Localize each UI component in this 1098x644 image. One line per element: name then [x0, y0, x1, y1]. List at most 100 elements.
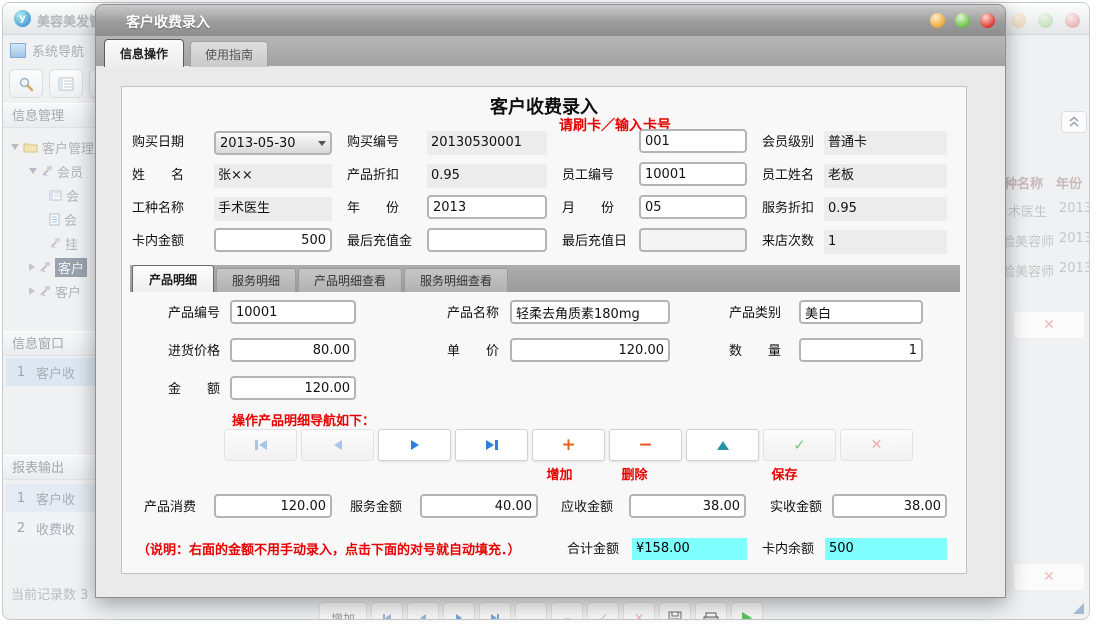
purchase-price-input[interactable] — [230, 338, 356, 362]
nav-tree: 客户管理 会员 会 会 挂 客户 — [3, 135, 98, 303]
tab-service-detail[interactable]: 服务明细 — [216, 268, 296, 292]
close-button[interactable] — [980, 13, 995, 28]
tool-icon — [39, 261, 51, 273]
tree-item-member-list[interactable]: 会 — [3, 183, 98, 207]
resize-grip[interactable] — [1073, 603, 1084, 614]
tree-item-member[interactable]: 会员 — [3, 159, 98, 183]
print-button[interactable] — [695, 602, 727, 620]
bg-cancel-button-2[interactable]: ✕ — [1013, 563, 1085, 591]
collapse-panel-button[interactable] — [1061, 111, 1087, 133]
tree-item-customer-selected[interactable]: 客户 — [3, 255, 98, 279]
billing-form-panel: 客户收费录入 请刷卡／输入卡号 购买日期 2013-05-30 购买编号 201… — [121, 86, 967, 574]
product-name-input[interactable] — [510, 300, 670, 324]
confirm-button[interactable]: ✓ — [587, 602, 619, 620]
nav-save-button[interactable]: ✓ — [763, 429, 836, 461]
amount-input[interactable] — [230, 376, 356, 400]
bg-cancel-button[interactable]: ✕ — [1013, 311, 1085, 339]
nav-edit-button[interactable] — [686, 429, 759, 461]
receivable-input[interactable] — [629, 494, 746, 518]
employee-id-label: 员工编号 — [562, 164, 638, 188]
run-button[interactable] — [731, 602, 763, 620]
nav-delete-button[interactable]: − — [609, 429, 682, 461]
product-total-input[interactable] — [214, 494, 332, 518]
add-caption: 增加 — [524, 464, 595, 483]
edit-record-button[interactable] — [515, 602, 547, 620]
expander-right-icon[interactable] — [29, 287, 35, 295]
next-icon — [411, 440, 419, 450]
tab-info-operation[interactable]: 信息操作 — [104, 39, 184, 67]
nav-cancel-button[interactable]: ✕ — [840, 429, 913, 461]
auto-fill-note: （说明：右面的金额不用手动录入，点击下面的对号就自动填充．） — [137, 539, 521, 558]
nav-last-button[interactable] — [455, 429, 528, 461]
close-button[interactable] — [1065, 13, 1080, 28]
section-info-window[interactable]: 信息窗口 — [3, 331, 98, 356]
expander-down-icon[interactable] — [29, 168, 37, 174]
tab-product-detail-view[interactable]: 产品明细查看 — [298, 268, 402, 292]
product-name-label: 产品名称 — [447, 302, 507, 326]
service-total-input[interactable] — [420, 494, 538, 518]
nav-add-button[interactable]: + — [532, 429, 605, 461]
system-nav-label: 系统导航 — [32, 41, 84, 60]
product-category-input[interactable] — [799, 300, 923, 324]
expander-right-icon[interactable] — [29, 263, 35, 271]
section-info-management[interactable]: 信息管理 — [3, 103, 98, 128]
last-recharge-date-input[interactable] — [639, 228, 747, 252]
last-recharge-date-label: 最后充值日 — [562, 230, 638, 254]
nav-prev-button[interactable] — [301, 429, 374, 461]
year-input[interactable] — [427, 195, 547, 219]
bg-table-col-year: 年份 — [1056, 173, 1082, 192]
last-recharge-amount-input[interactable] — [427, 228, 547, 252]
visit-count-label: 来店次数 — [762, 230, 822, 254]
refresh-record-button[interactable]: ‒ — [551, 602, 583, 620]
received-label: 实收金额 — [770, 496, 828, 520]
maximize-button[interactable] — [1038, 13, 1053, 28]
minimize-button[interactable] — [930, 13, 945, 28]
unit-price-input[interactable] — [510, 338, 670, 362]
tree-item-member-tool[interactable]: 挂 — [3, 231, 98, 255]
tab-product-detail[interactable]: 产品明细 — [132, 265, 214, 292]
dialog-titlebar[interactable] — [96, 5, 1005, 37]
purchase-date-combo[interactable]: 2013-05-30 — [214, 131, 332, 155]
nav-next-button[interactable] — [378, 429, 451, 461]
card-number-input[interactable] — [639, 129, 747, 153]
expander-down-icon[interactable] — [11, 144, 19, 150]
add-record-button[interactable]: 增加 — [319, 602, 367, 620]
minimize-button[interactable] — [1011, 13, 1026, 28]
tab-user-guide[interactable]: 使用指南 — [190, 41, 268, 67]
save-file-button[interactable] — [659, 602, 691, 620]
card-balance-label: 卡内金额 — [132, 230, 212, 254]
list-icon — [58, 77, 74, 91]
info-window-item-1[interactable]: 1 客户收 — [6, 358, 96, 386]
prev-record-button[interactable] — [407, 602, 439, 620]
tree-item-member-doc[interactable]: 会 — [3, 207, 98, 231]
report-item-1[interactable]: 1 客户收 — [6, 484, 96, 512]
remaining-balance-label: 卡内余额 — [762, 538, 822, 562]
nav-first-button[interactable] — [224, 429, 297, 461]
system-nav-button[interactable]: 系统导航 — [10, 41, 84, 60]
desktop: y 美容美发管 系统导航 信息管理 — [0, 0, 1098, 644]
tool-icon — [39, 285, 51, 297]
quantity-input[interactable] — [799, 338, 923, 362]
first-record-button[interactable] — [371, 602, 403, 620]
tree-item-customer-mgmt[interactable]: 客户管理 — [3, 135, 98, 159]
cancel-button[interactable]: ✕ — [623, 602, 655, 620]
amount-label: 金 额 — [168, 378, 228, 402]
received-input[interactable] — [832, 494, 947, 518]
next-record-button[interactable] — [443, 602, 475, 620]
card-balance-input[interactable] — [214, 228, 332, 252]
record-count-status: 当前记录数 3 — [11, 584, 88, 603]
product-id-input[interactable] — [230, 300, 356, 324]
report-item-2[interactable]: 2 收费收 — [6, 514, 96, 542]
check-icon: ✓ — [793, 438, 806, 453]
month-input[interactable] — [639, 195, 747, 219]
tab-service-detail-view[interactable]: 服务明细查看 — [404, 268, 508, 292]
maximize-button[interactable] — [955, 13, 970, 28]
section-report-output[interactable]: 报表输出 — [3, 455, 98, 480]
billing-dialog: 客户收费录入 信息操作 使用指南 客户收费录入 请刷卡／输入卡号 购买日期 20… — [95, 4, 1006, 598]
last-record-button[interactable] — [479, 602, 511, 620]
tree-item-customer-2[interactable]: 客户 — [3, 279, 98, 303]
employee-id-input[interactable] — [639, 162, 747, 186]
prev-icon — [334, 440, 342, 450]
list-view-button[interactable] — [49, 69, 83, 98]
search-button[interactable] — [9, 69, 43, 98]
